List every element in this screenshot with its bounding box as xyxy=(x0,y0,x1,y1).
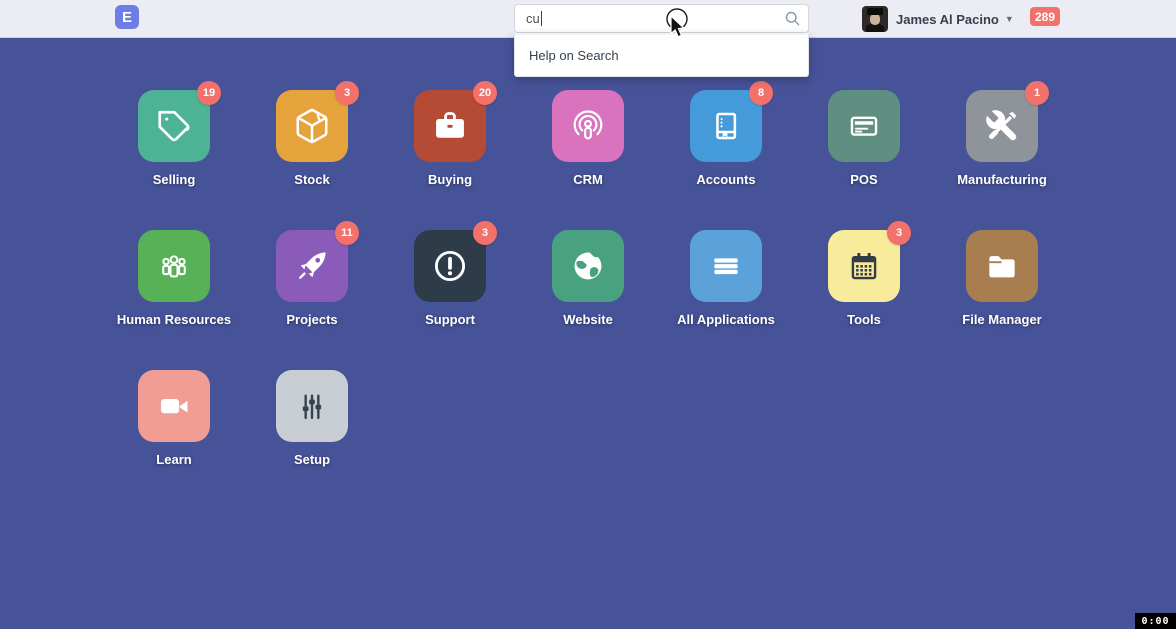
module-badge-manufacturing: 1 xyxy=(1025,81,1049,105)
module-label-projects: Projects xyxy=(243,312,381,327)
module-label-buying: Buying xyxy=(381,172,519,187)
module-cell-crm: CRM xyxy=(519,90,657,230)
module-label-setup: Setup xyxy=(243,452,381,467)
module-cell-website: Website xyxy=(519,230,657,370)
module-label-accounts: Accounts xyxy=(657,172,795,187)
module-learn[interactable] xyxy=(138,370,210,442)
user-menu[interactable]: James Al Pacino ▼ xyxy=(862,0,1014,38)
module-badge-stock: 3 xyxy=(335,81,359,105)
user-name: James Al Pacino xyxy=(896,12,999,27)
people-icon xyxy=(138,230,210,302)
module-all-applications[interactable] xyxy=(690,230,762,302)
module-manufacturing[interactable]: 1 xyxy=(966,90,1038,162)
chevron-down-icon: ▼ xyxy=(1005,14,1014,24)
sliders-icon xyxy=(276,370,348,442)
module-human-resources[interactable] xyxy=(138,230,210,302)
module-cell-support: 3 Support xyxy=(381,230,519,370)
user-avatar xyxy=(862,6,888,32)
module-cell-stock: 3 Stock xyxy=(243,90,381,230)
module-label-tools: Tools xyxy=(795,312,933,327)
module-cell-manufacturing: 1 Manufacturing xyxy=(933,90,1071,230)
module-tools[interactable]: 3 xyxy=(828,230,900,302)
desk-page: E James Al Pacino ▼ 289 Help on Search 1… xyxy=(0,0,1176,629)
globe-icon xyxy=(552,230,624,302)
module-badge-selling: 19 xyxy=(197,81,221,105)
module-cell-accounts: 8 Accounts xyxy=(657,90,795,230)
search-icon[interactable] xyxy=(784,10,801,27)
module-cell-setup: Setup xyxy=(243,370,381,510)
search-box xyxy=(514,4,809,33)
search-input[interactable] xyxy=(514,4,809,33)
module-website[interactable] xyxy=(552,230,624,302)
folder-icon xyxy=(966,230,1038,302)
module-label-stock: Stock xyxy=(243,172,381,187)
module-cell-projects: 11 Projects xyxy=(243,230,381,370)
module-buying[interactable]: 20 xyxy=(414,90,486,162)
module-support[interactable]: 3 xyxy=(414,230,486,302)
module-pos[interactable] xyxy=(828,90,900,162)
module-cell-file-manager: File Manager xyxy=(933,230,1071,370)
podcast-icon xyxy=(552,90,624,162)
module-crm[interactable] xyxy=(552,90,624,162)
text-caret xyxy=(541,11,542,26)
dropdown-item-help-on-search[interactable]: Help on Search xyxy=(515,35,808,76)
module-cell-human-resources: Human Resources xyxy=(105,230,243,370)
module-grid: 19 Selling 3 Stock 20 BuyingCRM 8 AccountsPOS 1 M… xyxy=(105,90,1071,510)
module-label-file-manager: File Manager xyxy=(933,312,1071,327)
module-projects[interactable]: 11 xyxy=(276,230,348,302)
video-icon xyxy=(138,370,210,442)
module-cell-buying: 20 Buying xyxy=(381,90,519,230)
module-cell-pos: POS xyxy=(795,90,933,230)
module-setup[interactable] xyxy=(276,370,348,442)
module-label-manufacturing: Manufacturing xyxy=(933,172,1071,187)
module-label-all-applications: All Applications xyxy=(657,312,795,327)
module-selling[interactable]: 19 xyxy=(138,90,210,162)
module-label-website: Website xyxy=(519,312,657,327)
module-badge-projects: 11 xyxy=(335,221,359,245)
module-label-human-resources: Human Resources xyxy=(105,312,243,327)
module-badge-tools: 3 xyxy=(887,221,911,245)
module-cell-learn: Learn xyxy=(105,370,243,510)
module-label-pos: POS xyxy=(795,172,933,187)
module-file-manager[interactable] xyxy=(966,230,1038,302)
module-accounts[interactable]: 8 xyxy=(690,90,762,162)
app-logo[interactable]: E xyxy=(115,5,139,29)
recording-timer: 0:00 xyxy=(1135,613,1176,629)
module-stock[interactable]: 3 xyxy=(276,90,348,162)
module-cell-tools: 3 Tools xyxy=(795,230,933,370)
credit-card-icon xyxy=(828,90,900,162)
module-label-crm: CRM xyxy=(519,172,657,187)
menu-icon xyxy=(690,230,762,302)
module-badge-buying: 20 xyxy=(473,81,497,105)
module-cell-selling: 19 Selling xyxy=(105,90,243,230)
module-badge-support: 3 xyxy=(473,221,497,245)
module-label-learn: Learn xyxy=(105,452,243,467)
module-cell-all-applications: All Applications xyxy=(657,230,795,370)
module-badge-accounts: 8 xyxy=(749,81,773,105)
module-label-support: Support xyxy=(381,312,519,327)
notification-count-badge[interactable]: 289 xyxy=(1030,7,1060,26)
search-dropdown: Help on Search xyxy=(514,33,809,77)
module-label-selling: Selling xyxy=(105,172,243,187)
